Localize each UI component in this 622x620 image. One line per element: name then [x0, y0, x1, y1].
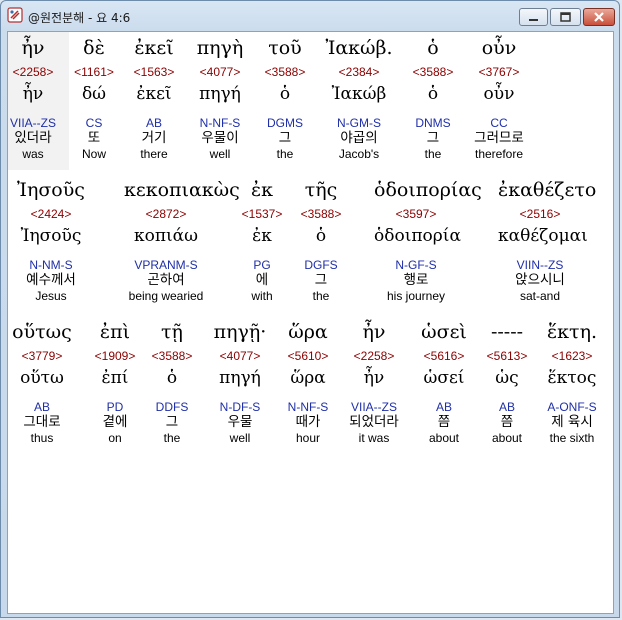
app-icon	[7, 7, 23, 23]
korean-gloss: 앉으시니	[515, 272, 565, 288]
lemma: οὖν	[483, 84, 515, 104]
greek-word: οὖν	[481, 37, 517, 59]
korean-gloss: 제 육시	[551, 414, 593, 430]
parsing-code: VPRANM-S	[134, 258, 198, 272]
english-gloss: the	[312, 289, 330, 303]
korean-gloss: 곤하여	[147, 272, 185, 288]
minimize-button[interactable]	[519, 8, 548, 26]
strong-number[interactable]: <2516>	[498, 206, 582, 222]
parsing-code: DGMS	[267, 116, 303, 130]
strong-number[interactable]: <3597>	[374, 206, 458, 222]
strong-number[interactable]: <2872>	[124, 206, 208, 222]
close-icon	[594, 12, 604, 22]
word-column[interactable]: τοῦ <3588> ὁ DGMS 그 the	[243, 32, 327, 162]
english-gloss: Jacob's	[338, 147, 380, 161]
strong-number[interactable]: <2424>	[9, 206, 93, 222]
strong-number[interactable]: <3588>	[243, 64, 327, 80]
parsing-code: CC	[490, 116, 508, 130]
parsing-code: N-GF-S	[395, 258, 437, 272]
lemma: Ἰακώβ	[331, 84, 387, 104]
parsing-code: N-NM-S	[29, 258, 73, 272]
english-gloss: therefore	[474, 147, 524, 161]
close-button[interactable]	[583, 8, 615, 26]
minimize-icon	[529, 19, 538, 21]
parsing-code: DGFS	[304, 258, 338, 272]
lemma: Ἰησοῦς	[20, 226, 82, 246]
word-column[interactable]: Ἰησοῦς <2424> Ἰησοῦς N-NM-S 예수께서 Jesus	[9, 174, 93, 304]
lemma: ὁδοιπορία	[374, 226, 461, 246]
maximize-icon	[560, 12, 571, 22]
greek-word: κεκοπιακὼς	[124, 179, 240, 201]
word-column[interactable]: οὖν <3767> οὖν CC 그러므로 therefore	[457, 32, 541, 162]
app-window: @원전분해 - 요 4:6 ἦν <2258> ἦν VIIA--ZS 있더라 …	[0, 0, 620, 618]
greek-word: ὁδοιπορίας	[374, 179, 482, 201]
word-column[interactable]: τῆς <3588> ὁ DGFS 그 the	[279, 174, 363, 304]
word-column[interactable]: ἐκαθέζετο <2516> καθέζομαι VIIN--ZS 앉으시니…	[498, 174, 597, 304]
korean-gloss: 그	[314, 272, 328, 288]
word-column[interactable]: ἕκτη. <1623> ἕκτος A-ONF-S 제 육시 the sixt…	[530, 316, 613, 446]
strong-number[interactable]: <2384>	[317, 64, 401, 80]
greek-word: ἐκαθέζετο	[498, 179, 597, 201]
parsing-code: VIIN--ZS	[516, 258, 564, 272]
lemma: ἕκτος	[547, 368, 597, 388]
word-column[interactable]: ὁδοιπορίας <3597> ὁδοιπορία N-GF-S 행로 hi…	[374, 174, 482, 304]
window-title: @원전분해 - 요 4:6	[28, 11, 131, 25]
english-gloss: his journey	[386, 289, 446, 303]
greek-word: τοῦ	[268, 37, 302, 59]
english-gloss: the sixth	[549, 431, 595, 445]
korean-gloss: 그러므로	[474, 130, 524, 146]
maximize-button[interactable]	[550, 8, 581, 26]
lemma: κοπιάω	[133, 226, 199, 246]
greek-word: Ἰακώβ.	[325, 37, 393, 59]
greek-word: ἕκτη.	[546, 321, 597, 343]
parsing-code: A-ONF-S	[547, 400, 597, 414]
english-gloss: the	[276, 147, 294, 161]
korean-gloss: 야곱의	[340, 130, 378, 146]
korean-gloss: 그	[278, 130, 292, 146]
strong-number[interactable]: <3588>	[279, 206, 363, 222]
korean-gloss: 행로	[403, 272, 429, 288]
strong-number[interactable]: <1623>	[530, 348, 613, 364]
title-bar[interactable]: @원전분해 - 요 4:6	[1, 1, 619, 31]
parsing-code: N-GM-S	[337, 116, 381, 130]
strong-number[interactable]: <3767>	[457, 64, 541, 80]
interlinear-view[interactable]: ἦν <2258> ἦν VIIA--ZS 있더라 was δὲ <1161> …	[7, 31, 614, 614]
greek-word: τῆς	[304, 179, 338, 201]
lemma: ὁ	[279, 84, 291, 104]
lemma: ὁ	[315, 226, 327, 246]
english-gloss: sat-and	[519, 289, 561, 303]
korean-gloss: 예수께서	[26, 272, 76, 288]
english-gloss: Jesus	[35, 289, 67, 303]
greek-word: Ἰησοῦς	[17, 179, 85, 201]
word-column[interactable]: κεκοπιακὼς <2872> κοπιάω VPRANM-S 곤하여 be…	[124, 174, 240, 304]
english-gloss: being wearied	[128, 289, 204, 303]
word-column[interactable]: Ἰακώβ. <2384> Ἰακώβ N-GM-S 야곱의 Jacob's	[317, 32, 401, 162]
lemma: καθέζομαι	[498, 226, 588, 246]
